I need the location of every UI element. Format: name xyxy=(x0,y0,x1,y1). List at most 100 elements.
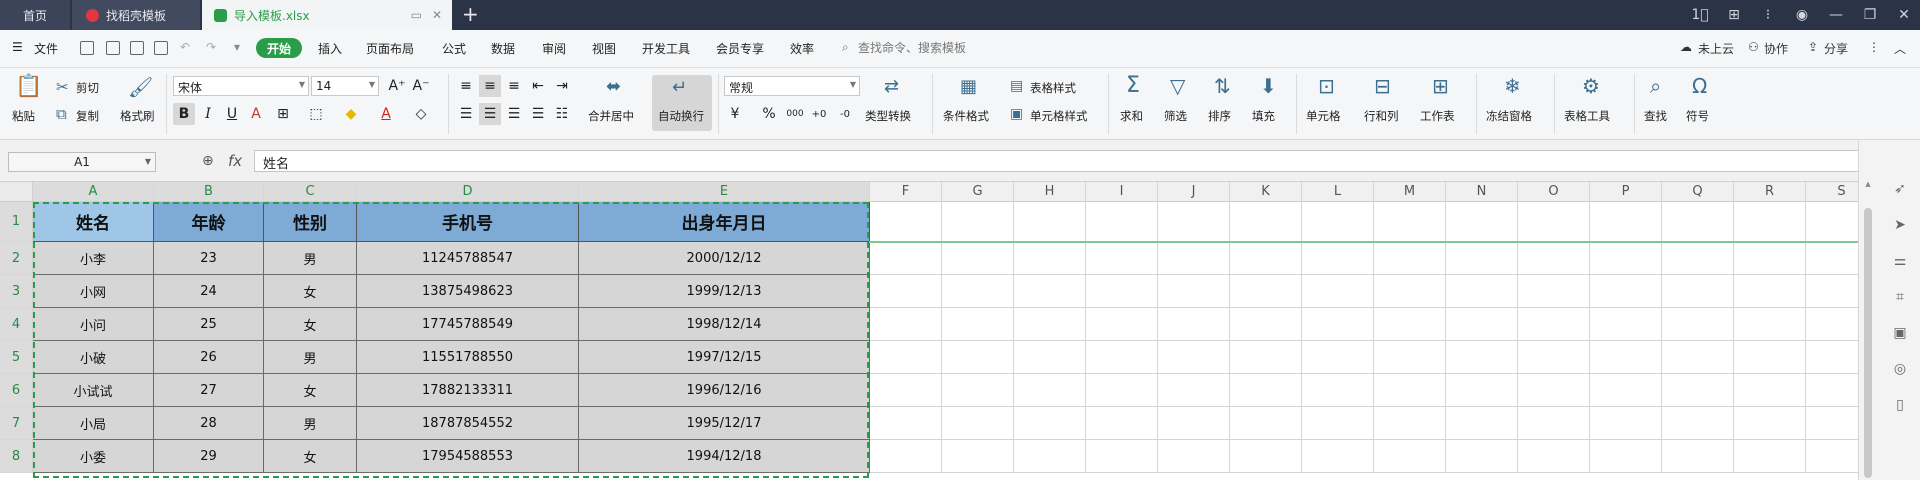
empty-cell[interactable] xyxy=(1014,242,1086,275)
crop-icon[interactable]: ⌗ xyxy=(1891,288,1909,306)
column-header[interactable]: O xyxy=(1518,182,1590,202)
bold-button[interactable]: B xyxy=(173,103,195,125)
empty-cell[interactable] xyxy=(870,242,942,275)
column-header[interactable]: S xyxy=(1806,182,1858,202)
settings-slider-icon[interactable]: ⚌ xyxy=(1891,252,1909,270)
empty-cell[interactable] xyxy=(1230,202,1302,242)
conditional-format-button[interactable]: 条件格式 xyxy=(943,108,989,124)
empty-cell[interactable] xyxy=(1302,374,1374,407)
cloud-status[interactable]: 未上云 xyxy=(1698,40,1734,57)
empty-cell[interactable] xyxy=(1014,341,1086,374)
empty-cell[interactable] xyxy=(870,440,942,473)
empty-cell[interactable] xyxy=(1734,308,1806,341)
table-header-cell[interactable]: 手机号 xyxy=(357,202,579,242)
scrollbar-thumb[interactable] xyxy=(1864,208,1872,478)
cut-button[interactable]: 剪切 xyxy=(76,80,99,96)
empty-cell[interactable] xyxy=(1518,308,1590,341)
tab-file-active[interactable]: 导入模板.xlsx ▭ ✕ xyxy=(202,0,452,30)
column-header[interactable]: F xyxy=(870,182,942,202)
percent-button[interactable]: % xyxy=(758,103,780,125)
menu-member[interactable]: 会员专享 xyxy=(716,40,764,57)
collab-button[interactable]: 协作 xyxy=(1764,40,1788,57)
empty-cell[interactable] xyxy=(1806,407,1858,440)
name-box[interactable]: A1 ▼ xyxy=(8,152,156,172)
row-header[interactable]: 2 xyxy=(0,242,33,275)
empty-cell[interactable] xyxy=(1014,275,1086,308)
table-cell[interactable]: 2000/12/12 xyxy=(579,242,870,275)
row-header[interactable]: 6 xyxy=(0,374,33,407)
tab-close-icon[interactable]: ✕ xyxy=(432,8,442,22)
paste-icon[interactable]: 📋 xyxy=(15,76,42,98)
cell-style-icon[interactable]: ⬚ xyxy=(305,103,327,125)
empty-cell[interactable] xyxy=(1374,275,1446,308)
empty-cell[interactable] xyxy=(870,407,942,440)
table-header-cell[interactable]: 出身年月日 xyxy=(579,202,870,242)
select-all-corner[interactable] xyxy=(0,182,33,202)
empty-cell[interactable] xyxy=(1230,308,1302,341)
italic-button[interactable]: I xyxy=(197,103,219,125)
collapse-ribbon-icon[interactable]: ︿ xyxy=(1894,40,1906,57)
row-header[interactable]: 8 xyxy=(0,440,33,473)
table-cell[interactable]: 1994/12/18 xyxy=(579,440,870,473)
vertical-scrollbar[interactable]: ▲ xyxy=(1863,180,1873,480)
empty-cell[interactable] xyxy=(1590,202,1662,242)
empty-cell[interactable] xyxy=(1446,407,1518,440)
empty-cell[interactable] xyxy=(1086,407,1158,440)
table-style-button[interactable]: 表格样式 xyxy=(1030,80,1076,96)
menu-view[interactable]: 视图 xyxy=(592,40,616,57)
chart-icon[interactable]: ▣ xyxy=(1891,324,1909,342)
empty-cell[interactable] xyxy=(942,308,1014,341)
cell-button[interactable]: 单元格 xyxy=(1306,108,1341,124)
column-header[interactable]: G xyxy=(942,182,1014,202)
table-cell[interactable]: 1998/12/14 xyxy=(579,308,870,341)
empty-cell[interactable] xyxy=(1302,275,1374,308)
table-cell[interactable]: 小试试 xyxy=(33,374,154,407)
empty-cell[interactable] xyxy=(942,341,1014,374)
empty-cell[interactable] xyxy=(870,341,942,374)
currency-button[interactable]: ¥ xyxy=(724,103,746,125)
fx-icon[interactable]: fx xyxy=(228,152,242,170)
cursor-icon[interactable]: ➤ xyxy=(1891,216,1909,234)
menu-developer[interactable]: 开发工具 xyxy=(642,40,690,57)
empty-cell[interactable] xyxy=(1086,275,1158,308)
empty-cell[interactable] xyxy=(1302,407,1374,440)
layout-icon[interactable]: 1⃞ xyxy=(1690,7,1710,23)
empty-cell[interactable] xyxy=(1806,242,1858,275)
empty-cell[interactable] xyxy=(1446,374,1518,407)
empty-cell[interactable] xyxy=(1230,374,1302,407)
menu-page-layout[interactable]: 页面布局 xyxy=(366,40,414,57)
column-header[interactable]: N xyxy=(1446,182,1518,202)
table-cell[interactable]: 1995/12/17 xyxy=(579,407,870,440)
empty-cell[interactable] xyxy=(1014,440,1086,473)
empty-cell[interactable] xyxy=(1662,407,1734,440)
column-header[interactable]: K xyxy=(1230,182,1302,202)
empty-cell[interactable] xyxy=(1158,407,1230,440)
align-middle-icon[interactable]: ≡ xyxy=(479,75,501,97)
empty-cell[interactable] xyxy=(1014,374,1086,407)
border-icon[interactable]: ⊞ xyxy=(272,103,294,125)
empty-cell[interactable] xyxy=(1806,275,1858,308)
empty-cell[interactable] xyxy=(1086,202,1158,242)
empty-cell[interactable] xyxy=(1374,202,1446,242)
empty-cell[interactable] xyxy=(1446,341,1518,374)
empty-cell[interactable] xyxy=(1086,341,1158,374)
row-header[interactable]: 5 xyxy=(0,341,33,374)
table-cell[interactable]: 13875498623 xyxy=(357,275,579,308)
menu-review[interactable]: 审阅 xyxy=(542,40,566,57)
empty-cell[interactable] xyxy=(1590,407,1662,440)
empty-cell[interactable] xyxy=(1230,275,1302,308)
book-icon[interactable]: ▯ xyxy=(1891,396,1909,414)
empty-cell[interactable] xyxy=(1590,440,1662,473)
empty-cell[interactable] xyxy=(1158,341,1230,374)
grid-icon[interactable]: ⊞ xyxy=(1724,7,1744,23)
more-quick-icon[interactable]: ▾ xyxy=(234,40,240,54)
empty-cell[interactable] xyxy=(1518,275,1590,308)
spreadsheet-grid[interactable]: A B C D E F G H I J K L M N O P Q R S 1 2 3 4 5 6 7 8 姓名 年龄 性别 手机号 出身年月… xyxy=(0,182,1858,480)
minimize-button[interactable]: — xyxy=(1826,7,1846,23)
decrease-font-icon[interactable]: A⁻ xyxy=(410,75,432,97)
empty-cell[interactable] xyxy=(1302,308,1374,341)
row-header[interactable]: 7 xyxy=(0,407,33,440)
table-header-cell[interactable]: 性别 xyxy=(264,202,357,242)
column-header[interactable]: D xyxy=(357,182,579,202)
empty-cell[interactable] xyxy=(1662,242,1734,275)
